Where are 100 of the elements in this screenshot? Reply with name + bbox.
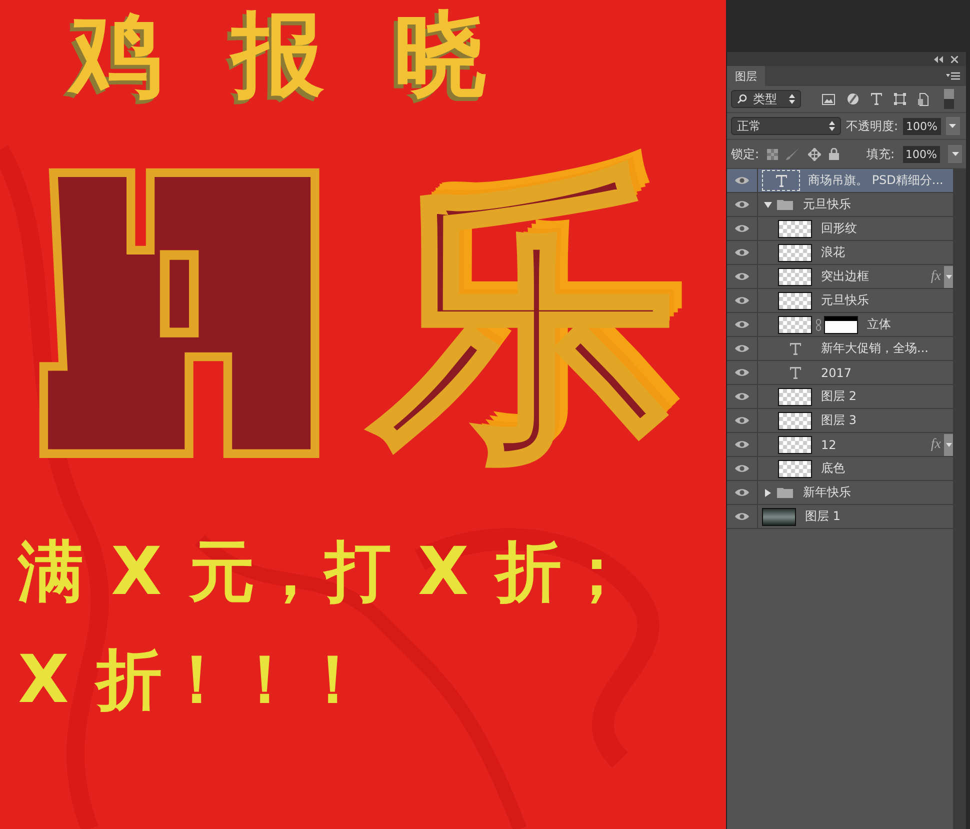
layer-thumbnail xyxy=(762,508,796,526)
eye-icon[interactable] xyxy=(735,440,749,449)
layers-tab[interactable]: 图层 xyxy=(727,66,765,86)
layer-row[interactable]: 浪花 xyxy=(727,241,953,265)
layer-name: 底色 xyxy=(821,460,845,477)
opacity-field[interactable]: 100% xyxy=(903,118,940,134)
layer-thumbnail xyxy=(778,460,812,478)
blend-mode-dropdown[interactable]: 正常 xyxy=(731,117,841,135)
collapse-icon[interactable] xyxy=(933,56,943,62)
layer-thumbnail xyxy=(778,412,812,430)
layer-row[interactable]: 底色 xyxy=(727,457,953,481)
layer-thumbnail xyxy=(778,316,812,334)
layer-name: 突出边框 xyxy=(821,268,869,285)
mask-thumbnail xyxy=(824,316,858,334)
layer-thumbnail xyxy=(778,220,812,238)
eye-icon[interactable] xyxy=(735,488,749,497)
filter-dropdown[interactable]: 类型 xyxy=(731,90,801,108)
effects-label: fx xyxy=(930,268,941,284)
layer-thumbnail xyxy=(778,244,812,262)
eye-icon[interactable] xyxy=(735,512,749,521)
layer-row[interactable]: 图层 1 xyxy=(727,505,953,529)
promo-text: 满 X 元，打 X 折； xyxy=(16,532,633,612)
caret-icon[interactable] xyxy=(764,488,772,496)
layer-row[interactable]: 图层 2 xyxy=(727,385,953,409)
layer-name: 浪花 xyxy=(821,244,845,261)
move-icon[interactable] xyxy=(808,148,822,160)
type-icon[interactable] xyxy=(871,93,882,105)
eye-icon[interactable] xyxy=(735,272,749,281)
layer-row[interactable]: 新年大促销，全场... xyxy=(727,337,953,361)
caret-icon xyxy=(946,274,952,278)
eye-icon[interactable] xyxy=(735,344,749,353)
close-icon[interactable] xyxy=(951,56,958,62)
layer-name: 元旦快乐 xyxy=(803,196,851,213)
layer-row[interactable]: 元旦快乐 xyxy=(727,193,953,217)
eye-icon[interactable] xyxy=(735,392,749,401)
circle-icon[interactable] xyxy=(847,93,859,105)
spinner-icon xyxy=(829,121,835,131)
eye-icon[interactable] xyxy=(735,224,749,233)
checker-icon[interactable] xyxy=(767,148,778,160)
eye-icon[interactable] xyxy=(735,200,749,209)
fill-dropdown[interactable] xyxy=(948,145,962,163)
menu-icon[interactable] xyxy=(946,72,960,80)
effects-label: fx xyxy=(930,436,941,452)
scrollbar-track[interactable] xyxy=(953,169,966,829)
caret-icon xyxy=(949,124,956,128)
layer-name: 回形纹 xyxy=(821,220,857,237)
layer-name: 新年大促销，全场... xyxy=(821,340,928,357)
layer-row[interactable]: 12 fx xyxy=(727,433,953,457)
folder-icon xyxy=(777,487,793,498)
layer-name: 图层 2 xyxy=(821,388,856,405)
eye-icon[interactable] xyxy=(735,416,749,425)
layer-name: 2017 xyxy=(821,366,852,380)
layer-thumbnail xyxy=(778,388,812,406)
folder-icon xyxy=(777,199,793,210)
layer-name: 商场吊旗。 PSD精细分... xyxy=(808,172,944,189)
eye-icon[interactable] xyxy=(735,464,749,473)
layer-row[interactable]: 商场吊旗。 PSD精细分... xyxy=(727,169,953,193)
layer-name: 新年快乐 xyxy=(803,484,851,501)
eye-icon[interactable] xyxy=(735,320,749,329)
promo-text: X 折！！！ xyxy=(17,640,369,720)
type-icon xyxy=(776,174,786,186)
eye-icon[interactable] xyxy=(735,176,749,185)
image-icon[interactable] xyxy=(822,94,835,104)
opacity-dropdown[interactable] xyxy=(946,117,960,135)
search-icon xyxy=(737,94,747,104)
eye-icon[interactable] xyxy=(735,296,749,305)
spinner-icon xyxy=(789,94,795,104)
caret-icon[interactable] xyxy=(764,200,772,208)
fill-label: 填充: xyxy=(866,146,895,162)
layer-name: 图层 3 xyxy=(821,412,856,429)
filter-toggle[interactable] xyxy=(944,89,954,109)
type-icon xyxy=(790,366,800,378)
layer-name: 图层 1 xyxy=(805,508,840,525)
brush-icon[interactable] xyxy=(786,148,800,160)
eye-icon[interactable] xyxy=(735,368,749,377)
effects-toggle[interactable] xyxy=(944,434,953,456)
layer-row[interactable]: 新年快乐 xyxy=(727,481,953,505)
layer-thumbnail xyxy=(778,436,812,454)
lock-label: 锁定: xyxy=(731,146,760,162)
layer-row[interactable]: 回形纹 xyxy=(727,217,953,241)
effects-toggle[interactable] xyxy=(944,266,953,288)
caret-icon xyxy=(946,442,952,446)
document-icon[interactable] xyxy=(918,92,929,106)
fill-field[interactable]: 100% xyxy=(902,146,940,162)
layer-row[interactable]: 突出边框 fx xyxy=(727,265,953,289)
layer-name: 12 xyxy=(821,438,836,452)
eye-icon[interactable] xyxy=(735,248,749,257)
opacity-label: 不透明度: xyxy=(846,118,898,134)
type-icon xyxy=(790,342,800,354)
layer-thumbnail xyxy=(778,292,812,310)
calligraphy-title: 鸡报晓 xyxy=(0,0,726,118)
layer-name: 元旦快乐 xyxy=(821,292,869,309)
caret-icon xyxy=(952,152,958,156)
layer-row[interactable]: 2017 xyxy=(727,361,953,385)
layer-name: 立体 xyxy=(867,316,891,333)
lock-icon[interactable] xyxy=(829,148,840,160)
layer-row[interactable]: 元旦快乐 xyxy=(727,289,953,313)
layer-row[interactable]: 图层 3 xyxy=(727,409,953,433)
layer-row[interactable]: 立体 xyxy=(727,313,953,337)
transform-icon[interactable] xyxy=(894,93,906,105)
